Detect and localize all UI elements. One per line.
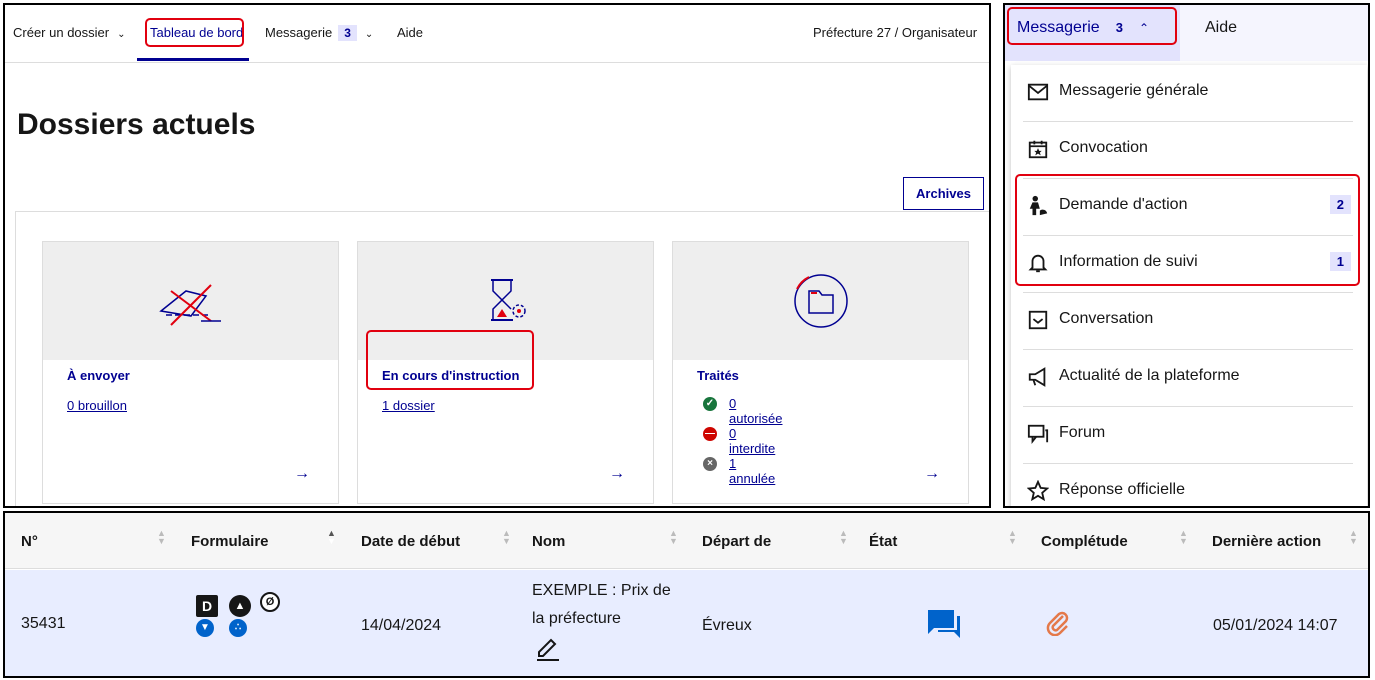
sort-icon[interactable]: ▲ ▼ [502,529,511,546]
column-header-name[interactable]: Nom [532,533,565,550]
sort-icon[interactable]: ▲ ▼ [669,529,678,546]
cell-departure: Évreux [702,617,752,634]
column-header-departure[interactable]: Départ de [702,533,771,550]
message-icon[interactable] [926,608,962,640]
column-header-last-action[interactable]: Dernière action [1212,533,1321,550]
sort-ascending-icon[interactable]: ▲ ▼ [327,529,336,546]
active-tab-indicator [137,58,249,61]
page-title: Dossiers actuels [17,108,256,141]
no-vehicle-icon: Ø [260,592,280,612]
menu-item-official-reply[interactable]: Réponse officielle [1023,464,1353,506]
trophy-icon: ▼ [196,619,214,637]
chevron-down-icon: ⌄ [117,29,126,40]
calendar-star-icon [1028,140,1048,159]
cell-name-line1: EXEMPLE : Prix de [532,582,671,599]
shield-check-icon: ✓ [703,397,717,411]
column-header-start-date[interactable]: Date de début [361,533,460,550]
highlight-box [145,18,244,47]
arrow-right-icon[interactable]: → [924,465,940,483]
sort-icon[interactable]: ▲ ▼ [1008,529,1017,546]
menu-item-label: Convocation [1059,139,1148,156]
menu-item-platform-news[interactable]: Actualité de la plateforme [1023,350,1353,407]
card-illustration [673,242,968,360]
messaging-count-badge: 3 [338,25,357,41]
form-type-d-icon: D [196,595,218,617]
column-header-form[interactable]: Formulaire [191,533,269,550]
messaging-label: Messagerie [265,25,333,40]
draft-illustration-icon [158,284,221,326]
cell-start-date: 14/04/2024 [361,617,442,634]
sort-icon[interactable]: ▲ ▼ [1349,529,1358,546]
sort-icon[interactable]: ▲ ▼ [1179,529,1188,546]
column-header-completeness[interactable]: Complétude [1041,533,1128,550]
create-folder-menu[interactable]: Créer un dossier ⌄ [13,25,126,40]
card-title: À envoyer [67,368,130,383]
star-icon [1027,480,1049,502]
create-folder-label: Créer un dossier [13,25,110,40]
card-processed[interactable]: Traités ✓ 0 autorisée — 0 interdite × 1 … [672,241,969,504]
archive-circle-icon [793,274,848,328]
menu-item-conversation[interactable]: Conversation [1023,293,1353,350]
card-illustration [43,242,338,360]
envelope-icon [1027,83,1049,101]
sort-icon[interactable]: ▲ ▼ [157,529,166,546]
menu-item-forum[interactable]: Forum [1023,407,1353,464]
forbidden-icon: — [703,427,717,441]
card-title: Traités [697,368,739,383]
status-link[interactable]: 0 interdite [729,426,775,456]
column-header-state[interactable]: État [869,533,897,550]
messaging-menu[interactable]: Messagerie 3 ⌄ [265,25,373,41]
edit-pencil-icon[interactable] [535,636,561,662]
menu-item-convocation[interactable]: Convocation [1023,122,1353,179]
cell-last-action: 05/01/2024 14:07 [1213,617,1338,634]
menu-item-label: Actualité de la plateforme [1059,367,1240,384]
menu-header: Messagerie 3 ⌃ Aide [1005,5,1368,61]
menu-item-label: Forum [1059,424,1106,441]
hourglass-gear-icon [490,279,526,321]
messaging-menu-list: Messagerie générale Convocation Demande … [1011,65,1367,506]
sort-icon[interactable]: ▲ ▼ [839,529,848,546]
card-to-send[interactable]: À envoyer 0 brouillon → [42,241,339,504]
chevron-down-icon: ⌄ [364,29,374,40]
help-label: Aide [1205,19,1238,36]
column-header-number[interactable]: N° [21,533,38,550]
cards-area: À envoyer 0 brouillon → En cours d'instr… [15,211,989,506]
road-icon: ▲ [229,595,251,617]
menu-item-general-messaging[interactable]: Messagerie générale [1023,65,1353,122]
menu-item-label: Conversation [1059,310,1154,327]
table-row[interactable]: 35431 D ▲ Ø ▼ ∴ 14/04/2024 EXEMPLE : Pri… [5,570,1368,676]
user-context: Préfecture 27 / Organisateur [813,25,978,40]
forum-icon [1027,424,1049,444]
paperclip-icon[interactable] [1045,610,1071,636]
status-link[interactable]: 0 autorisée [729,396,782,426]
people-icon: ∴ [229,619,247,637]
help-link[interactable]: Aide [397,25,423,40]
highlight-box [1007,7,1177,45]
arrow-right-icon[interactable]: → [609,465,625,483]
card-link[interactable]: 1 dossier [382,398,435,413]
dashboard-panel: Créer un dossier ⌄ Tableau de bord Messag… [3,3,991,508]
card-link[interactable]: 0 brouillon [67,398,127,413]
menu-item-label: Réponse officielle [1059,481,1186,498]
close-circle-icon: × [703,457,717,471]
messaging-dropdown-panel: Messagerie 3 ⌃ Aide Messagerie générale Co… [1003,3,1370,508]
menu-item-label: Messagerie générale [1059,82,1209,99]
folders-table: N° ▲ ▼ Formulaire ▲ ▼ Date de début ▲ ▼ Nom… [3,511,1370,678]
cell-name-line2: la préfecture [532,610,621,627]
chat-check-icon [1028,310,1048,330]
cell-number: 35431 [21,615,66,632]
archives-button[interactable]: Archives [903,177,984,210]
highlight-box [1015,174,1360,286]
processed-status-list: ✓ 0 autorisée — 0 interdite × 1 annulée [703,396,903,486]
highlight-box [366,330,534,390]
arrow-right-icon[interactable]: → [294,465,310,483]
table-header: N° ▲ ▼ Formulaire ▲ ▼ Date de début ▲ ▼ Nom… [5,513,1368,569]
status-link[interactable]: 1 annulée [729,456,775,486]
top-navigation: Créer un dossier ⌄ Tableau de bord Messag… [5,5,989,63]
megaphone-icon [1028,367,1046,387]
